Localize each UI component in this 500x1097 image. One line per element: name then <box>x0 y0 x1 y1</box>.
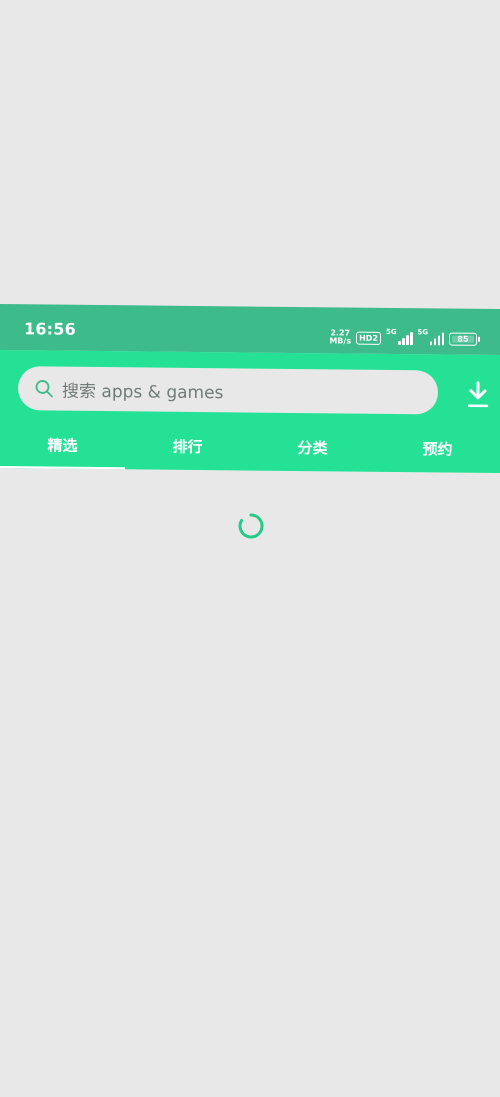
tab-bar: 精选 排行 分类 预约 <box>0 430 500 473</box>
tab-categories[interactable]: 分类 <box>250 437 375 459</box>
network-speed-unit: MB/s <box>329 336 352 346</box>
loading-spinner-icon <box>238 513 264 539</box>
tab-preorder[interactable]: 预约 <box>375 438 500 460</box>
tab-featured[interactable]: 精选 <box>0 434 125 456</box>
app-header: 搜索 apps & games 精选 排行 分类 预约 <box>0 350 500 474</box>
network-type-sim2: 5G <box>417 328 429 337</box>
download-icon[interactable] <box>466 381 490 409</box>
search-bar[interactable]: 搜索 apps & games <box>18 366 438 415</box>
status-icons: 2.27 MB/s HD2 5G 5G 85 <box>329 327 480 349</box>
network-speed: 2.27 MB/s <box>329 328 352 346</box>
search-placeholder: 搜索 apps & games <box>62 381 224 403</box>
hd-voice-badge: HD2 <box>356 331 381 345</box>
signal-strength-sim2-icon: 5G <box>417 328 444 346</box>
battery-level: 85 <box>449 332 477 346</box>
battery-icon: 85 <box>449 332 480 346</box>
status-time: 16:56 <box>24 319 76 339</box>
status-bar: 16:56 2.27 MB/s HD2 5G 5G 85 <box>0 304 500 356</box>
active-tab-indicator <box>0 466 125 470</box>
signal-strength-sim1-icon: 5G <box>386 327 413 346</box>
network-type-sim1: 5G <box>386 327 397 337</box>
search-icon <box>35 380 53 398</box>
app-frame: 16:56 2.27 MB/s HD2 5G 5G 85 搜索 apps & g… <box>0 304 500 474</box>
tab-ranking[interactable]: 排行 <box>125 435 250 457</box>
